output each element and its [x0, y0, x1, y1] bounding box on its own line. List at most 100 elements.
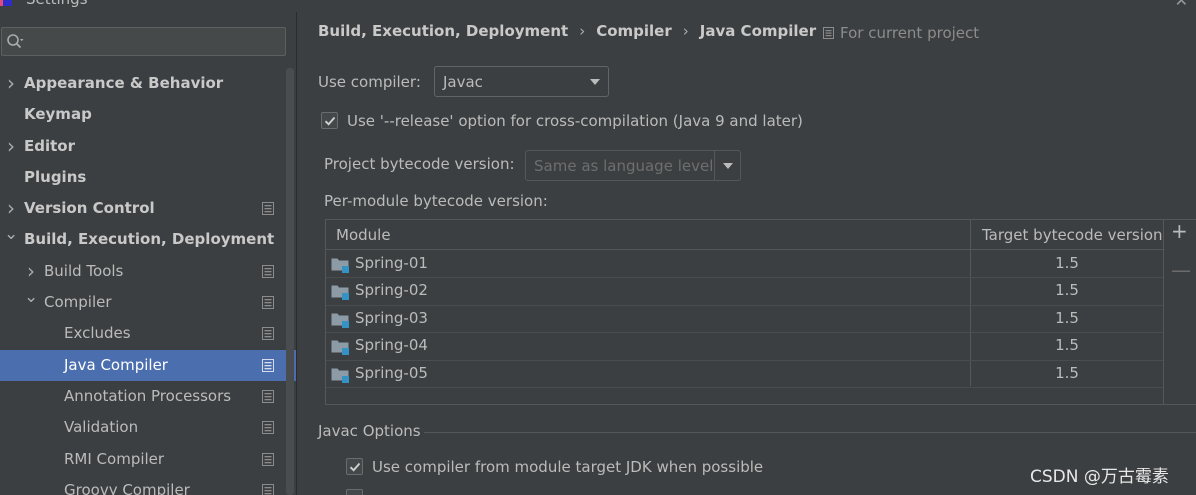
chevron-right-icon[interactable]: › [4, 131, 18, 162]
module-name: Spring-02 [355, 281, 428, 300]
next-option-checkbox[interactable] [346, 489, 363, 495]
sidebar-item-label: RMI Compiler [64, 449, 165, 468]
sidebar-item-label: Compiler [44, 293, 112, 312]
sidebar-item-label: Version Control [24, 199, 155, 218]
sidebar-item-build-execution-deployment[interactable]: ⌄ Build, Execution, Deployment [0, 224, 297, 255]
sidebar-item-label: Editor [24, 136, 75, 155]
settings-sidebar: › Appearance & Behavior Keymap › Editor Plugi… [0, 12, 297, 495]
chevron-down-icon[interactable]: ⌄ [4, 219, 18, 250]
settings-tree: › Appearance & Behavior Keymap › Editor Plugi… [0, 68, 297, 495]
sidebar-item-plugins[interactable]: Plugins [0, 162, 297, 193]
target-version-cell[interactable]: 1.5 [971, 254, 1163, 272]
sidebar-item-label: Java Compiler [64, 355, 168, 374]
module-name: Spring-05 [355, 363, 428, 382]
module-folder-icon [331, 285, 349, 301]
search-input[interactable] [1, 27, 286, 56]
target-version-cell[interactable]: 1.5 [971, 364, 1163, 382]
chevron-down-icon[interactable]: ⌄ [24, 282, 38, 313]
table-toolbar [1163, 219, 1196, 405]
app-icon [0, 0, 12, 6]
sidebar-item-editor[interactable]: › Editor [0, 131, 297, 162]
module-name: Spring-03 [355, 308, 428, 327]
sidebar-item-build-tools[interactable]: › Build Tools [0, 256, 297, 287]
project-scope-icon [262, 202, 274, 216]
add-icon[interactable]: + [1171, 221, 1188, 241]
module-name: Spring-04 [355, 336, 428, 355]
module-name: Spring-01 [355, 254, 428, 272]
search-icon [7, 34, 24, 49]
target-version-cell[interactable]: 1.5 [971, 281, 1163, 299]
scope-indicator: For current project [823, 24, 979, 42]
column-header-module[interactable]: Module [336, 220, 391, 250]
use-compiler-label: Use compiler: [318, 73, 421, 91]
sidebar-item-groovy-compiler[interactable]: Groovy Compiler [0, 475, 297, 495]
chevron-down-icon [723, 163, 733, 169]
sidebar-item-keymap[interactable]: Keymap [0, 99, 297, 130]
project-scope-icon [262, 483, 274, 495]
main-panel: Build, Execution, Deployment › Compiler › Ja… [297, 0, 1196, 495]
sidebar-item-label: Annotation Processors [64, 386, 232, 405]
module-folder-icon [331, 313, 349, 328]
table-header: Module Target bytecode version [326, 220, 1163, 250]
sidebar-item-label: Keymap [24, 105, 92, 124]
release-option-checkbox[interactable] [321, 112, 338, 129]
bytecode-version-placeholder: Same as language level [534, 157, 714, 175]
table-row[interactable]: Spring-05 1.5 [326, 361, 1163, 388]
module-folder-icon [331, 368, 349, 383]
project-scope-icon [262, 389, 274, 403]
breadcrumb-compiler[interactable]: Compiler [596, 22, 672, 40]
project-scope-icon [262, 421, 274, 435]
module-folder-icon [331, 340, 349, 356]
sidebar-item-label: Groovy Compiler [64, 480, 190, 495]
project-scope-icon [262, 452, 274, 466]
use-module-jdk-label[interactable]: Use compiler from module target JDK when… [372, 458, 763, 476]
sidebar-item-validation[interactable]: Validation [0, 412, 297, 443]
table-row[interactable]: Spring-02 1.5 [326, 278, 1163, 306]
sidebar-item-java-compiler[interactable]: Java Compiler [0, 349, 297, 381]
sidebar-item-label: Build, Execution, Deployment [24, 230, 275, 249]
remove-icon[interactable]: — [1171, 260, 1191, 280]
sidebar-item-version-control[interactable]: › Version Control [0, 193, 297, 224]
use-module-jdk-checkbox[interactable] [346, 458, 363, 475]
sidebar-scrollbar[interactable] [286, 68, 294, 495]
table-row[interactable]: Spring-04 1.5 [326, 333, 1163, 361]
table-row[interactable]: Spring-03 1.5 [326, 306, 1163, 334]
breadcrumb-separator: › [682, 22, 689, 40]
checkmark-icon [349, 462, 361, 472]
target-version-cell[interactable]: 1.5 [971, 336, 1163, 354]
table-row[interactable]: Spring-01 1.5 [326, 251, 1163, 279]
sidebar-item-annotation-processors[interactable]: Annotation Processors [0, 381, 297, 412]
javac-options-title: Javac Options [318, 422, 421, 440]
chevron-down-icon [590, 79, 600, 85]
sidebar-item-compiler[interactable]: ⌄ Compiler [0, 287, 297, 318]
sidebar-item-appearance-behavior[interactable]: › Appearance & Behavior [0, 68, 297, 99]
breadcrumb-separator: › [579, 22, 586, 40]
sidebar-item-label: Validation [64, 418, 139, 437]
release-option-label[interactable]: Use '--release' option for cross-compila… [347, 112, 803, 130]
compiler-select[interactable]: Javac [434, 66, 609, 97]
watermark-text: CSDN @万古霉素 [1030, 467, 1169, 487]
scope-label: For current project [840, 24, 980, 42]
window-title: Settings [26, 0, 88, 8]
project-scope-icon [262, 296, 274, 310]
chevron-right-icon[interactable]: › [4, 68, 18, 99]
project-scope-icon [262, 327, 274, 341]
project-scope-icon [823, 27, 834, 39]
target-version-cell[interactable]: 1.5 [971, 309, 1163, 327]
per-module-table: Module Target bytecode version Spring-01… [325, 219, 1164, 405]
bytecode-version-select[interactable]: Same as language level [525, 150, 741, 181]
column-header-target[interactable]: Target bytecode version [982, 220, 1163, 250]
module-folder-icon [331, 258, 349, 273]
sidebar-item-excludes[interactable]: Excludes [0, 318, 297, 349]
project-scope-icon [262, 358, 274, 372]
breadcrumb-java-compiler: Java Compiler [699, 22, 817, 40]
breadcrumb-build[interactable]: Build, Execution, Deployment [318, 22, 568, 40]
sidebar-item-rmi-compiler[interactable]: RMI Compiler [0, 444, 297, 475]
checkmark-icon [324, 116, 336, 126]
per-module-label: Per-module bytecode version: [324, 192, 548, 210]
sidebar-item-label: Build Tools [44, 261, 124, 280]
sidebar-item-label: Plugins [24, 167, 87, 186]
breadcrumb: Build, Execution, Deployment › Compiler › Ja… [318, 22, 816, 46]
section-divider [424, 432, 1196, 433]
project-scope-icon [262, 264, 274, 278]
